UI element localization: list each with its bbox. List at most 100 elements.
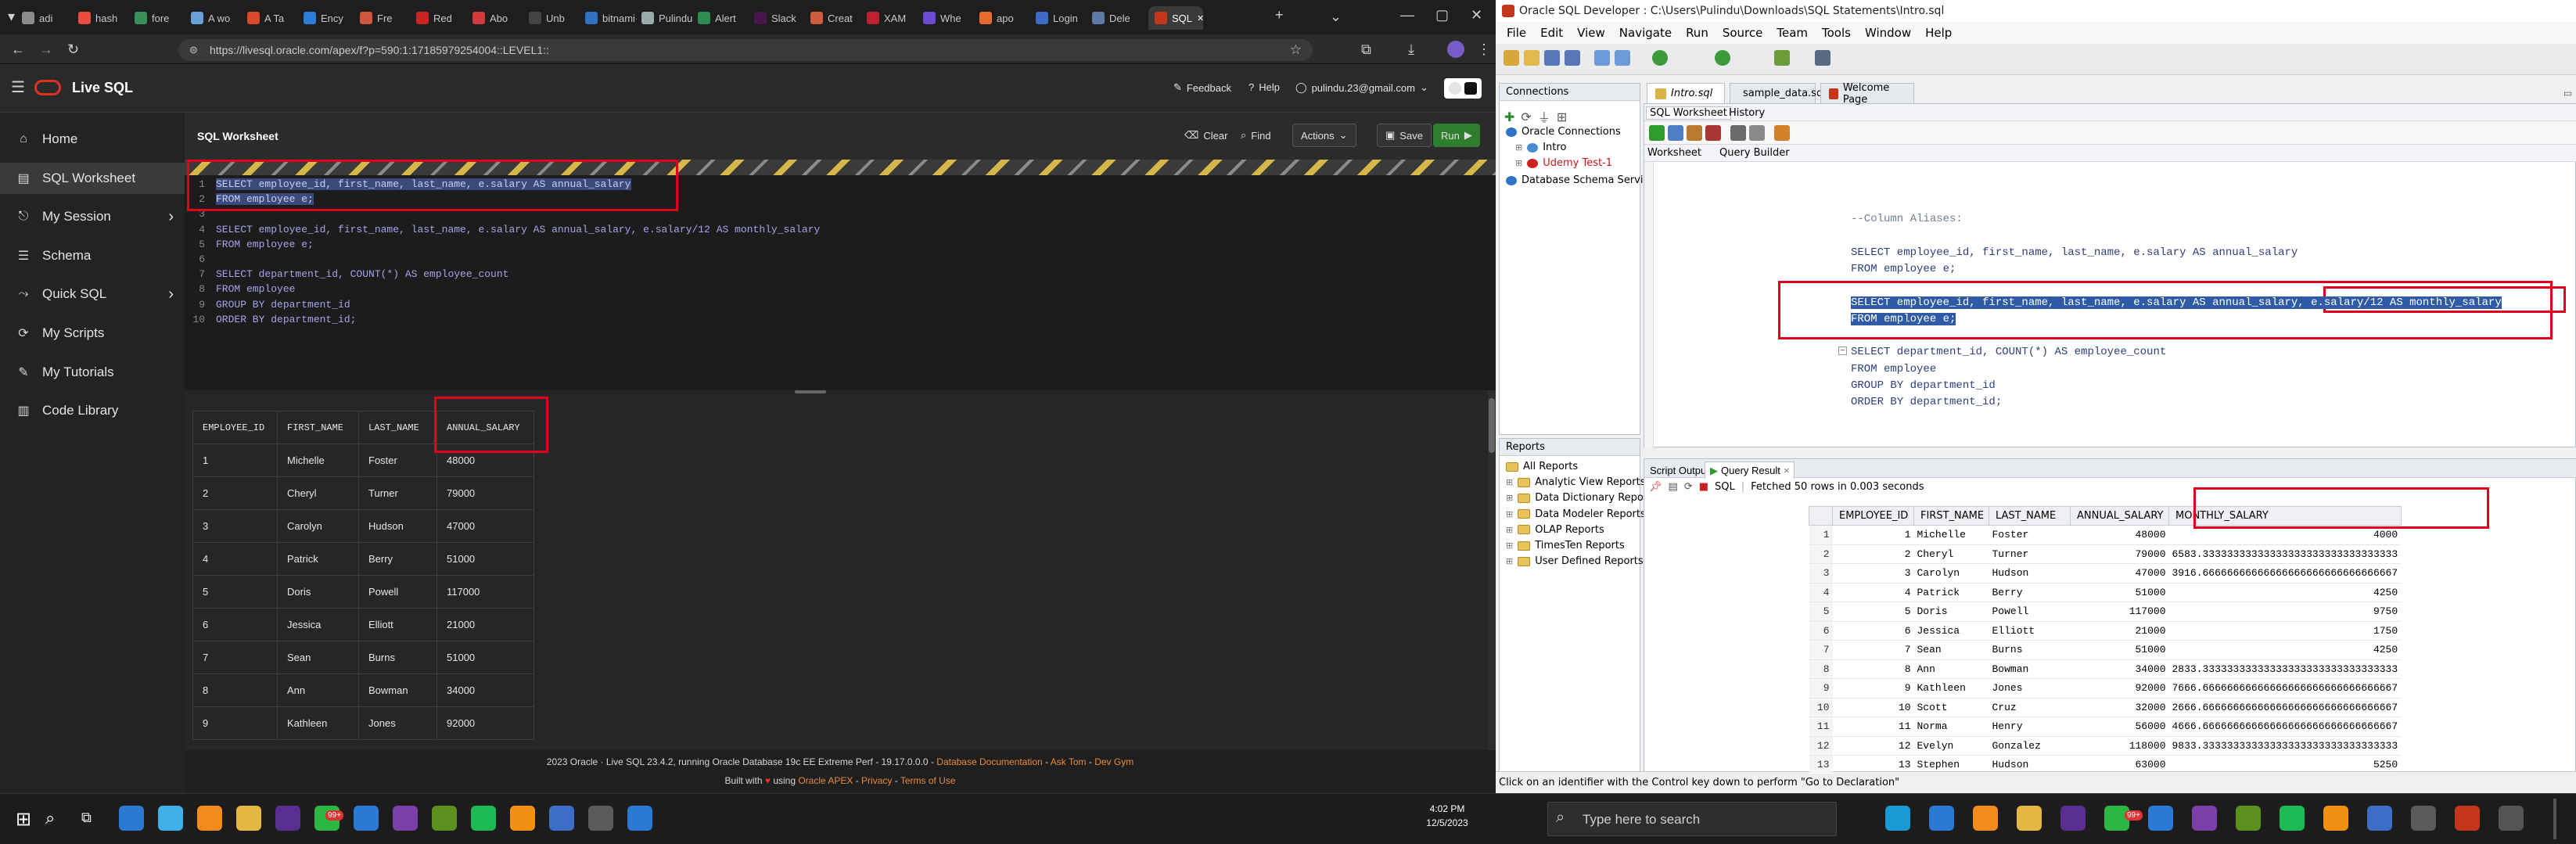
vscode-icon[interactable] xyxy=(2148,806,2173,831)
browser-tab[interactable]: Dele xyxy=(1092,6,1144,30)
browser-tab[interactable]: adi xyxy=(22,6,74,30)
word-icon[interactable] xyxy=(549,806,574,831)
app-icon[interactable] xyxy=(588,806,613,831)
downloads-icon[interactable]: ⤓ xyxy=(1408,42,1414,56)
sql-editor[interactable]: 1 SELECT employee_id, first_name, last_na… xyxy=(185,175,1496,390)
grid-row[interactable]: 2 2 Cheryl Turner 79000 6583.3333333333333333… xyxy=(1809,544,2402,564)
sidebar-item-quick-sql[interactable]: ⤳ Quick SQL › xyxy=(0,278,185,310)
tab-list-icon[interactable]: ⌄ xyxy=(1330,9,1342,23)
browser-tab[interactable]: fore xyxy=(135,6,186,30)
taskbar-search-box[interactable]: ⌕ Type here to search xyxy=(1547,802,1837,836)
new-tab-icon[interactable]: + xyxy=(1275,8,1284,22)
vlc-icon[interactable] xyxy=(2323,806,2348,831)
pin-icon[interactable]: 📌︎ xyxy=(1649,481,1662,493)
firefox-icon[interactable] xyxy=(1973,806,1998,831)
windows-start-icon[interactable]: ⊞ xyxy=(16,808,31,831)
footer-link-terms[interactable]: Terms of Use xyxy=(900,775,956,786)
sql-label[interactable]: SQL xyxy=(1715,481,1735,493)
grid-row[interactable]: 8 8 Ann Bowman 34000 2833.3333333333333333333… xyxy=(1809,659,2402,679)
sidebar-item-my-session[interactable]: ⎋ My Session › xyxy=(0,201,185,232)
open-icon[interactable] xyxy=(1524,50,1539,66)
profile-avatar[interactable] xyxy=(1447,41,1464,58)
db-connect-icon[interactable] xyxy=(1774,50,1790,66)
commit-icon[interactable] xyxy=(1687,125,1702,141)
sidebar-item-schema[interactable]: ☰ Schema xyxy=(0,240,185,271)
task-view-icon[interactable]: ⧉ xyxy=(81,810,92,826)
sidebar-item-home[interactable]: ⌂ Home xyxy=(0,124,185,155)
app-icon[interactable] xyxy=(2499,806,2524,831)
tab-worksheet[interactable]: Worksheet xyxy=(1647,147,1701,159)
grid-row[interactable]: 5 5 Doris Powell 117000 9750 xyxy=(1809,602,2402,622)
app-icon[interactable] xyxy=(2411,806,2436,831)
show-desktop-button[interactable] xyxy=(2553,799,2556,839)
browser-tab[interactable]: Abo xyxy=(472,6,524,30)
tab-sql-worksheet[interactable]: SQL Worksheet xyxy=(1646,106,1731,120)
expand-icon[interactable]: ⊞ xyxy=(1506,556,1513,566)
edge-icon[interactable] xyxy=(119,806,144,831)
file-explorer-icon[interactable] xyxy=(2017,806,2042,831)
tab-active-sql[interactable]: SQL ✕ xyxy=(1148,6,1203,30)
browser-tab[interactable]: Fre xyxy=(360,6,411,30)
feedback-link[interactable]: ✎ Feedback xyxy=(1173,81,1231,94)
filter-icon[interactable]: ⏚ xyxy=(1538,107,1550,126)
grid-row[interactable]: 9 9 Kathleen Jones 92000 7666.666666666666666… xyxy=(1809,678,2402,699)
footer-link-asktom[interactable]: Ask Tom xyxy=(1051,756,1087,767)
browser-tab[interactable]: A wo xyxy=(191,6,243,30)
grid-row[interactable]: 13 13 Stephen Hudson 63000 5250 xyxy=(1809,755,2402,775)
scrollbar-thumb[interactable] xyxy=(1489,398,1495,453)
report-node[interactable]: ⊞ Data Dictionary Reports xyxy=(1506,492,1657,504)
browser-tab[interactable]: Creat xyxy=(810,6,862,30)
tab-search-icon[interactable]: ▾ xyxy=(8,9,15,23)
migrate-icon[interactable] xyxy=(1815,50,1831,66)
app-icon[interactable] xyxy=(627,806,652,831)
sidebar-item-my-tutorials[interactable]: ✎ My Tutorials xyxy=(0,357,185,388)
browser-tab[interactable]: Login xyxy=(1036,6,1087,30)
grid-column-header[interactable]: ANNUAL_SALARY xyxy=(2070,506,2169,526)
browser-tab[interactable]: Alert xyxy=(698,6,749,30)
expand-icon[interactable]: ⊞ xyxy=(1515,158,1522,168)
editor-tab[interactable]: Intro.sql xyxy=(1647,83,1725,103)
menu-source[interactable]: Source xyxy=(1723,26,1763,40)
undo-icon[interactable] xyxy=(1594,50,1610,66)
app-icon[interactable] xyxy=(275,806,300,831)
sqldev-icon[interactable] xyxy=(2455,806,2480,831)
restore-panel-icon[interactable]: ▭ xyxy=(2563,88,2572,99)
grid-row[interactable]: 1 1 Michelle Foster 48000 4000 xyxy=(1809,525,2402,545)
app-icon[interactable] xyxy=(2060,806,2086,831)
run-statement-icon[interactable] xyxy=(1649,125,1665,141)
connection-node[interactable]: ⊞ Intro xyxy=(1515,142,1566,153)
browser-tab[interactable]: apo xyxy=(979,6,1031,30)
sidebar-item-sql-worksheet[interactable]: ▤ SQL Worksheet xyxy=(0,162,185,194)
autotrace-icon[interactable] xyxy=(1749,125,1765,141)
sidebar-item-code-library[interactable]: ▥ Code Library xyxy=(0,395,185,426)
browser-tab[interactable]: Whe xyxy=(923,6,975,30)
extensions-icon[interactable]: ⧉ xyxy=(1361,42,1371,56)
report-node[interactable]: ⊞ Data Modeler Reports xyxy=(1506,508,1646,520)
vscode-icon[interactable] xyxy=(354,806,379,831)
browser-tab[interactable]: A Ta xyxy=(247,6,299,30)
grid-row[interactable]: 3 3 Carolyn Hudson 47000 3916.666666666666666… xyxy=(1809,563,2402,584)
close-window-icon[interactable]: ✕ xyxy=(1471,8,1482,22)
export-icon[interactable]: ▤ xyxy=(1669,481,1678,493)
stop-icon[interactable]: ■ xyxy=(1699,481,1708,493)
url-input[interactable]: ⊜ https://livesql.oracle.com/apex/f?p=59… xyxy=(178,39,1313,61)
user-menu[interactable]: ◯ pulindu.23@gmail.com ⌄ xyxy=(1295,81,1428,94)
refresh-icon[interactable]: ⟳ xyxy=(1684,481,1693,493)
maximize-icon[interactable]: ▢ xyxy=(1435,8,1449,22)
help-link[interactable]: ? Help xyxy=(1248,81,1280,93)
add-connection-icon[interactable]: ✚ xyxy=(1504,110,1514,124)
column-header[interactable]: FIRST_NAME xyxy=(277,411,359,444)
forward-nav-icon[interactable] xyxy=(1652,50,1668,66)
menu-file[interactable]: File xyxy=(1507,26,1526,40)
expand-icon[interactable]: ⊞ xyxy=(1506,525,1513,535)
app-icon[interactable] xyxy=(432,806,457,831)
explain-plan-icon[interactable] xyxy=(1730,125,1746,141)
tab-query-result[interactable]: ▶ Query Result × xyxy=(1705,462,1795,479)
browser-tab[interactable]: hash xyxy=(78,6,130,30)
grid-column-header[interactable]: FIRST_NAME xyxy=(1913,506,1989,526)
menu-edit[interactable]: Edit xyxy=(1540,26,1563,40)
menu-help[interactable]: Help xyxy=(1925,26,1952,40)
run-script-icon[interactable] xyxy=(1668,125,1683,141)
grid-column-header[interactable]: EMPLOYEE_ID xyxy=(1832,506,1914,526)
menu-view[interactable]: View xyxy=(1577,26,1605,40)
